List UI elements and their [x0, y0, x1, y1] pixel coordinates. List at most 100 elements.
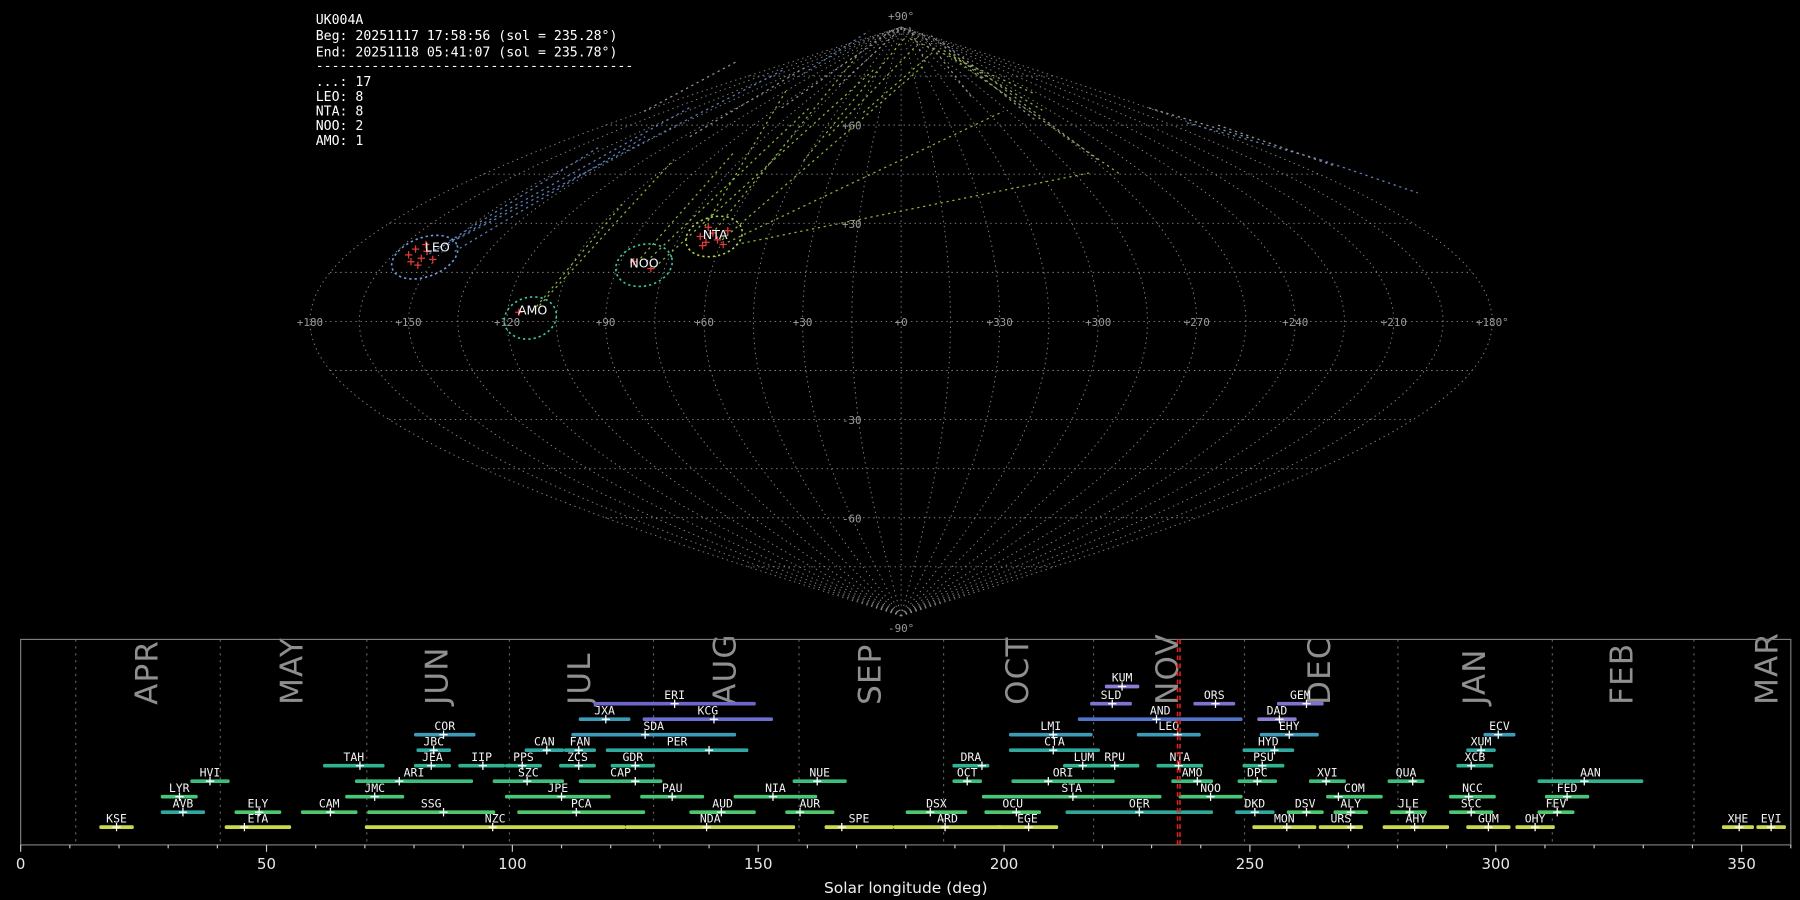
background — [0, 0, 1800, 900]
shower-code-label: LEO — [1158, 719, 1179, 733]
month-label: SEP — [852, 643, 888, 704]
shower-code-label: NCC — [1462, 781, 1483, 795]
shower-code-label: EVI — [1761, 811, 1782, 825]
shower-code-label: ARD — [937, 811, 958, 825]
shower-code-label: NUE — [809, 765, 830, 779]
x-tick-label: 250 — [1236, 855, 1264, 873]
month-label: MAY — [275, 637, 311, 705]
shower-code-label: XHE — [1728, 811, 1749, 825]
shower-code-label: LMI — [1040, 719, 1061, 733]
shower-code-label: CAP — [610, 765, 631, 779]
shower-code-label: AAN — [1580, 765, 1601, 779]
shower-code-label: AUD — [712, 796, 733, 810]
shower-code-label: ETA — [248, 811, 269, 825]
x-tick-label: 350 — [1727, 855, 1755, 873]
lat-label: +90° — [888, 10, 914, 23]
activity-period — [1318, 825, 1364, 829]
lat-label: -90° — [888, 622, 914, 635]
shower-code-label: OER — [1129, 796, 1150, 810]
shower-code-label: SSG — [421, 796, 442, 810]
shower-code-label: GUM — [1478, 811, 1499, 825]
shower-code-label: XUM — [1471, 734, 1492, 748]
shower-code-label: STA — [1061, 781, 1082, 795]
shower-code-label: NIA — [765, 781, 786, 795]
shower-bar-EVI: EVI — [1756, 811, 1786, 832]
x-tick-label: 50 — [257, 855, 276, 873]
shower-code-label: OHY — [1525, 811, 1546, 825]
shower-code-label: ARI — [404, 765, 425, 779]
activity-period — [224, 825, 292, 829]
activity-period — [824, 825, 894, 829]
shower-code-label: NDA — [700, 811, 721, 825]
x-tick-label: 300 — [1482, 855, 1510, 873]
shower-code-label: KUM — [1112, 671, 1133, 685]
shower-code-label: ECV — [1489, 719, 1510, 733]
lat-label: +30 — [842, 218, 862, 231]
shower-code-label: GDR — [622, 750, 643, 764]
shower-code-label: PSU — [1253, 750, 1274, 764]
shower-code-label: CTA — [1044, 734, 1065, 748]
lon-label: +330 — [987, 316, 1013, 329]
shower-code-label: OCT — [957, 765, 978, 779]
lon-label: +90 — [596, 316, 616, 329]
shower-code-label: LUM — [1074, 750, 1095, 764]
shower-code-label: AMO — [1182, 765, 1203, 779]
lon-label: +0 — [895, 316, 908, 329]
lon-label: +180 — [297, 316, 323, 329]
month-label: JUN — [420, 646, 456, 706]
shower-code-label: KSE — [106, 811, 127, 825]
shower-code-label: DRA — [961, 750, 982, 764]
observation-end: End: 20251118 05:41:07 (sol = 235.78°) — [316, 45, 618, 60]
x-tick-label: 100 — [498, 855, 526, 873]
shower-code-label: SPE — [849, 811, 870, 825]
activity-period — [785, 810, 835, 815]
shower-code-label: XVI — [1317, 765, 1338, 779]
shower-code-label: JEA — [422, 750, 443, 764]
shower-code-label: FED — [1557, 781, 1578, 795]
observation-begin: Beg: 20251117 17:58:56 (sol = 235.28°) — [316, 29, 618, 44]
lon-label: +60 — [694, 316, 714, 329]
shower-code-label: XCB — [1465, 750, 1486, 764]
lon-label: +120 — [494, 316, 520, 329]
shower-code-label: PPS — [513, 750, 534, 764]
x-tick-label: 0 — [16, 855, 25, 873]
radiant-label: LEO — [425, 239, 450, 254]
shower-code-label: NZC — [485, 811, 506, 825]
lon-label: +240 — [1282, 316, 1308, 329]
station-id: UK004A — [316, 13, 364, 28]
shower-code-label: ORI — [1053, 765, 1074, 779]
shower-code-label: PER — [667, 734, 688, 748]
month-label: JAN — [1457, 648, 1493, 706]
lon-label: +300 — [1085, 316, 1111, 329]
activity-period — [1387, 779, 1425, 784]
shower-code-label: JPE — [547, 781, 568, 795]
month-label: APR — [130, 640, 166, 705]
divider-line: ---------------------------------------- — [316, 59, 634, 74]
shower-code-label: ZCS — [567, 750, 588, 764]
month-label: JUL — [562, 652, 598, 707]
activity-period — [367, 810, 496, 815]
shower-code-label: QUA — [1396, 765, 1417, 779]
shower-code-label: SZC — [518, 765, 539, 779]
shower-code-label: CAN — [534, 734, 555, 748]
shower-code-label: CAM — [319, 796, 340, 810]
activity-period — [323, 763, 385, 768]
shower-code-label: FAN — [570, 734, 591, 748]
shower-code-label: JXA — [594, 703, 615, 717]
meteor-radiant-plot: +180 +150 +120 +90 +60 +30 +0 +330 +300 +270 +240 +… — [0, 0, 1800, 900]
shower-code-label: HVI — [200, 765, 221, 779]
lat-label: -60 — [842, 512, 862, 525]
shower-code-label: AUR — [799, 796, 820, 810]
shower-code-label: TAH — [343, 750, 364, 764]
shower-code-label: AND — [1150, 703, 1171, 717]
shower-code-label: LYR — [169, 781, 190, 795]
shower-count: NOO: 2 — [316, 119, 364, 134]
shower-code-label: SDA — [643, 719, 664, 733]
shower-code-label: DKD — [1244, 796, 1265, 810]
lon-label: +30 — [793, 316, 813, 329]
x-tick-label: 200 — [990, 855, 1018, 873]
shower-code-label: DSV — [1295, 796, 1316, 810]
shower-code-label: JBC — [423, 734, 444, 748]
shower-code-label: ELY — [248, 796, 269, 810]
shower-code-label: ERI — [664, 688, 685, 702]
